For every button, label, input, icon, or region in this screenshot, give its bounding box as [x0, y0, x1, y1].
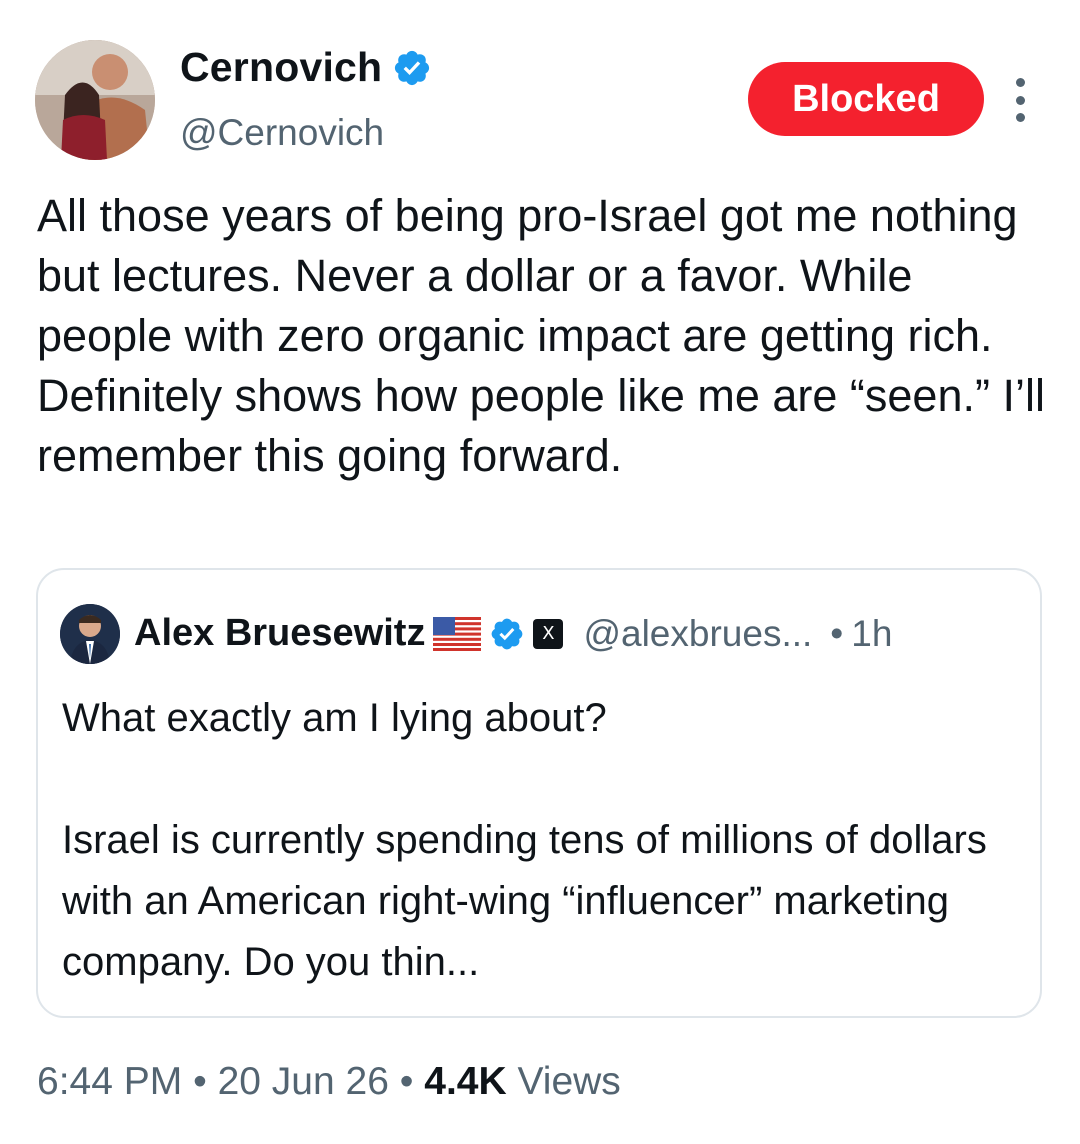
verified-badge-icon[interactable] — [489, 616, 525, 652]
tweet-header: Cernovich @Cernovich Blocked — [0, 0, 1080, 170]
quoted-tweet-text: What exactly am I lying about? Israel is… — [62, 696, 987, 984]
author-display-name[interactable]: Cernovich — [180, 44, 382, 91]
tweet-text: All those years of being pro-Israel got … — [37, 190, 1058, 481]
more-dot — [1015, 113, 1025, 122]
quoted-author-name[interactable]: Alex Bruesewitz — [134, 612, 425, 655]
us-flag-icon — [433, 616, 482, 651]
separator-dot: • — [399, 1060, 414, 1103]
more-dot — [1015, 95, 1025, 105]
quoted-header-row: Alex Bruesewitz X @alexbrues... • 1h — [134, 612, 892, 655]
affiliate-badge-icon[interactable]: X — [533, 618, 564, 649]
more-dot — [1015, 78, 1025, 87]
views-label: Views — [517, 1060, 621, 1103]
tweet-date[interactable]: 20 Jun 26 — [218, 1060, 389, 1103]
more-vertical-icon[interactable] — [1006, 78, 1034, 122]
author-avatar[interactable] — [35, 40, 155, 160]
tweet-time[interactable]: 6:44 PM — [37, 1060, 182, 1103]
quoted-author-avatar[interactable] — [60, 604, 120, 664]
quoted-timestamp[interactable]: 1h — [851, 613, 892, 655]
tweet-meta: 6:44 PM • 20 Jun 26 • 4.4K Views — [37, 1060, 621, 1104]
author-handle[interactable]: @Cernovich — [180, 112, 384, 154]
separator-dot: • — [193, 1060, 207, 1103]
quoted-author-handle[interactable]: @alexbrues... — [583, 613, 812, 655]
author-name-row: Cernovich — [180, 44, 432, 91]
quoted-tweet[interactable]: Alex Bruesewitz X @alexbrues... • 1h Wha… — [36, 568, 1042, 1018]
blocked-button[interactable]: Blocked — [748, 62, 984, 136]
verified-badge-icon[interactable] — [392, 48, 432, 88]
separator-dot: • — [830, 612, 844, 654]
views-count[interactable]: 4.4K — [424, 1060, 506, 1103]
